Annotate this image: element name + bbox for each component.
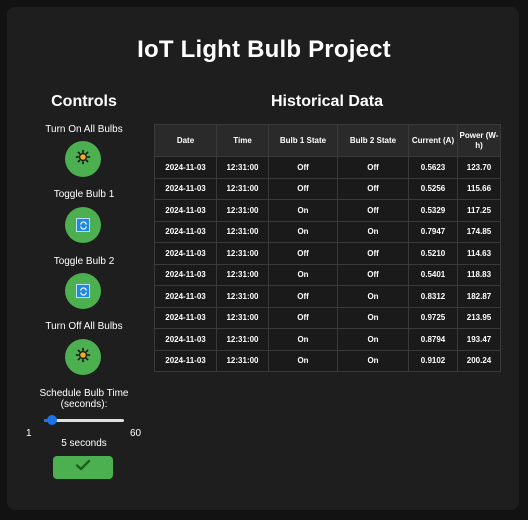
table-cell: 12:31:00 <box>216 306 269 329</box>
toggle-bulb-2-button[interactable] <box>65 273 101 309</box>
table-cell: Off <box>268 285 338 308</box>
table-cell: 2024-11-03 <box>154 306 217 329</box>
table-cell: 0.5623 <box>408 156 458 179</box>
historical-data-heading: Historical Data <box>270 93 384 110</box>
controls-heading: Controls <box>51 93 117 110</box>
table-cell: Off <box>337 156 409 179</box>
table-cell: On <box>268 199 338 222</box>
table-cell: 115.66 <box>457 177 501 200</box>
table-cell: Off <box>337 242 409 265</box>
table-row: 2024-11-03 12:31:00 On On 0.8794 193.47 <box>154 328 501 351</box>
schedule-submit-button[interactable] <box>53 456 113 479</box>
table-cell: 193.47 <box>457 328 501 351</box>
table-cell: 12:31:00 <box>216 220 269 243</box>
turn-off-all-button[interactable] <box>65 339 101 375</box>
table-cell: 12:31:00 <box>216 328 269 351</box>
column-header-date: Date <box>154 124 217 157</box>
table-header-row: Date Time Bulb 1 State Bulb 2 State Curr… <box>154 124 501 157</box>
sun-icon <box>75 347 91 368</box>
table-row: 2024-11-03 12:31:00 Off Off 0.5623 123.70 <box>154 156 501 179</box>
toggle-bulb-2-label: Toggle Bulb 2 <box>53 256 115 267</box>
table-cell: 0.8312 <box>408 285 458 308</box>
turn-off-all-label: Turn Off All Bulbs <box>45 321 123 332</box>
table-cell: On <box>337 220 409 243</box>
table-cell: 2024-11-03 <box>154 328 217 351</box>
table-cell: 174.85 <box>457 220 501 243</box>
historical-data-table: Date Time Bulb 1 State Bulb 2 State Curr… <box>154 124 501 372</box>
table-cell: 0.5210 <box>408 242 458 265</box>
table-cell: 2024-11-03 <box>154 177 217 200</box>
table-row: 2024-11-03 12:31:00 Off Off 0.5210 114.63 <box>154 242 501 265</box>
turn-on-all-label: Turn On All Bulbs <box>45 124 123 135</box>
table-cell: 2024-11-03 <box>154 242 217 265</box>
table-cell: On <box>337 285 409 308</box>
table-cell: 2024-11-03 <box>154 349 217 372</box>
toggle-icon <box>76 284 90 298</box>
table-cell: 0.5256 <box>408 177 458 200</box>
table-cell: 2024-11-03 <box>154 220 217 243</box>
table-cell: 182.87 <box>457 285 501 308</box>
column-header-bulb-1-state: Bulb 1 State <box>268 124 338 157</box>
column-header-bulb-2-state: Bulb 2 State <box>337 124 409 157</box>
schedule-label: Schedule Bulb Time (seconds): <box>39 388 129 410</box>
table-cell: 0.5401 <box>408 263 458 286</box>
table-cell: On <box>337 328 409 351</box>
table-cell: 12:31:00 <box>216 349 269 372</box>
table-cell: 12:31:00 <box>216 156 269 179</box>
table-cell: 12:31:00 <box>216 177 269 200</box>
table-row: 2024-11-03 12:31:00 On On 0.7947 174.85 <box>154 220 501 243</box>
table-cell: Off <box>268 306 338 329</box>
table-row: 2024-11-03 12:31:00 Off Off 0.5256 115.66 <box>154 177 501 200</box>
table-cell: 2024-11-03 <box>154 285 217 308</box>
table-cell: Off <box>337 199 409 222</box>
table-cell: Off <box>268 177 338 200</box>
table-cell: 114.63 <box>457 242 501 265</box>
table-cell: On <box>268 263 338 286</box>
sun-icon <box>75 149 91 170</box>
table-row: 2024-11-03 12:31:00 On Off 0.5329 117.25 <box>154 199 501 222</box>
table-cell: Off <box>337 177 409 200</box>
table-cell: 200.24 <box>457 349 501 372</box>
turn-on-all-button[interactable] <box>65 141 101 177</box>
column-header-time: Time <box>216 124 269 157</box>
table-cell: 213.95 <box>457 306 501 329</box>
table-cell: 117.25 <box>457 199 501 222</box>
table-cell: 12:31:00 <box>216 242 269 265</box>
table-cell: Off <box>337 263 409 286</box>
table-row: 2024-11-03 12:31:00 On On 0.9102 200.24 <box>154 349 501 372</box>
table-cell: 2024-11-03 <box>154 156 217 179</box>
slider-value-text: 5 seconds <box>61 438 107 449</box>
table-cell: On <box>268 349 338 372</box>
column-header-power: Power (W-h) <box>457 124 501 157</box>
table-cell: Off <box>268 156 338 179</box>
table-cell: 12:31:00 <box>216 263 269 286</box>
table-cell: 0.7947 <box>408 220 458 243</box>
table-cell: 118.83 <box>457 263 501 286</box>
table-cell: On <box>337 349 409 372</box>
table-row: 2024-11-03 12:31:00 Off On 0.9725 213.95 <box>154 306 501 329</box>
table-row: 2024-11-03 12:31:00 Off On 0.8312 182.87 <box>154 285 501 308</box>
slider-thumb[interactable] <box>47 415 58 425</box>
toggle-bulb-1-label: Toggle Bulb 1 <box>53 189 115 200</box>
table-cell: 0.9725 <box>408 306 458 329</box>
table-cell: 2024-11-03 <box>154 199 217 222</box>
table-cell: 12:31:00 <box>216 285 269 308</box>
schedule-time-slider[interactable] <box>44 413 124 427</box>
table-cell: On <box>268 220 338 243</box>
table-cell: 0.8794 <box>408 328 458 351</box>
table-cell: On <box>268 328 338 351</box>
toggle-icon <box>76 218 90 232</box>
table-cell: 0.5329 <box>408 199 458 222</box>
page-title: IoT Light Bulb Project <box>137 36 391 63</box>
table-cell: 12:31:00 <box>216 199 269 222</box>
table-row: 2024-11-03 12:31:00 On Off 0.5401 118.83 <box>154 263 501 286</box>
table-cell: 123.70 <box>457 156 501 179</box>
toggle-bulb-1-button[interactable] <box>65 207 101 243</box>
column-header-current: Current (A) <box>408 124 458 157</box>
table-cell: On <box>337 306 409 329</box>
table-cell: 0.9102 <box>408 349 458 372</box>
table-cell: Off <box>268 242 338 265</box>
table-cell: 2024-11-03 <box>154 263 217 286</box>
checkmark-icon <box>75 458 91 477</box>
